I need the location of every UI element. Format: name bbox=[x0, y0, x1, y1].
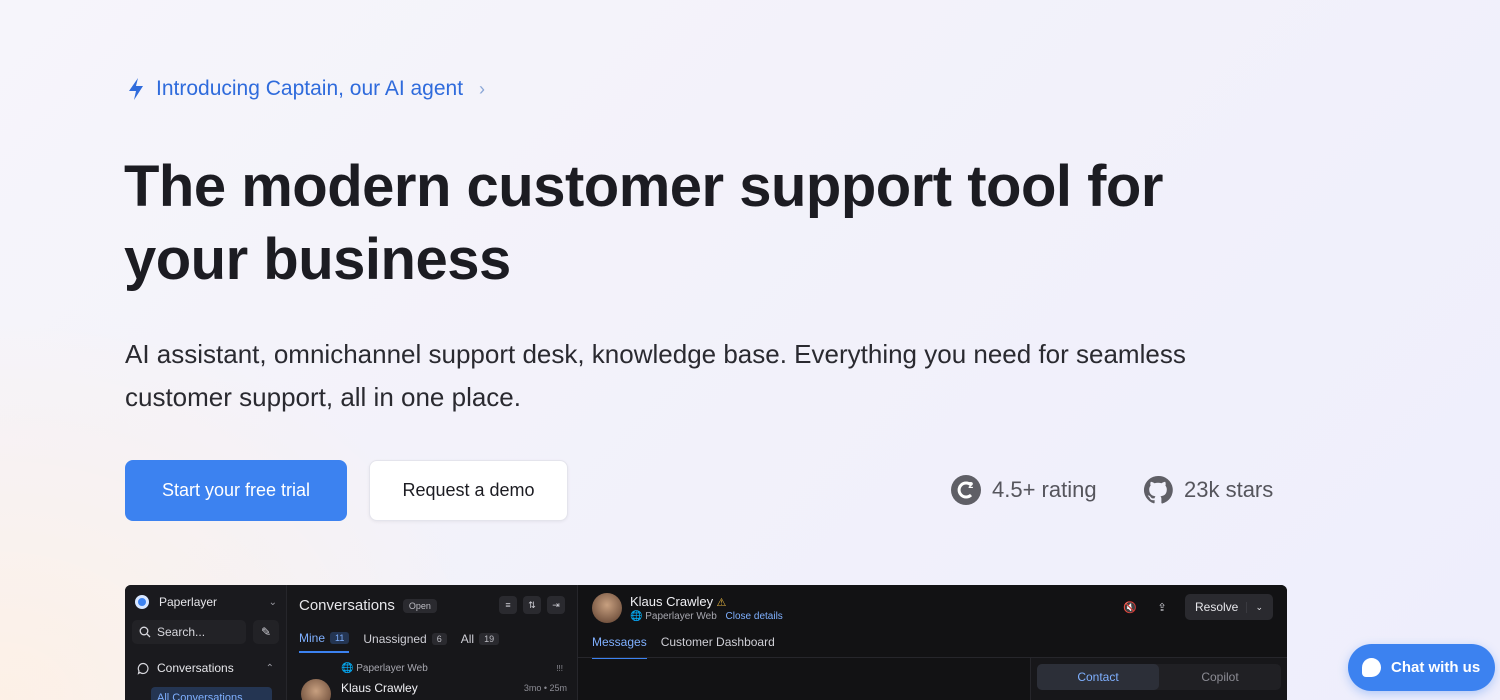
sidebar-item-conversations[interactable]: Conversations ⌃ bbox=[137, 661, 274, 675]
search-icon bbox=[139, 626, 151, 638]
workspace-switcher[interactable]: Paperlayer ⌄ bbox=[135, 595, 277, 609]
tab-count: 19 bbox=[479, 633, 500, 645]
github-icon bbox=[1143, 475, 1173, 504]
tab-all[interactable]: All 19 bbox=[460, 631, 500, 653]
announcement-link[interactable]: Introducing Captain, our AI agent › bbox=[126, 74, 485, 104]
tab-label: Mine bbox=[299, 631, 326, 645]
rating-label: 4.5+ rating bbox=[992, 477, 1097, 502]
sidebar-item-all-conversations[interactable]: All Conversations bbox=[151, 687, 272, 700]
tab-customer-dashboard[interactable]: Customer Dashboard bbox=[661, 635, 775, 659]
contact-name: Klaus Crawley bbox=[341, 681, 418, 695]
conversation-view: Klaus Crawley ⚠ 🌐 Paperlayer Web Close d… bbox=[577, 585, 1287, 700]
github-stars-label: 23k stars bbox=[1184, 477, 1274, 502]
tab-copilot[interactable]: Copilot bbox=[1159, 664, 1281, 690]
close-details-link[interactable]: Close details bbox=[726, 611, 783, 622]
warning-icon: ⚠ bbox=[716, 597, 727, 609]
details-panel: Contact Copilot bbox=[1030, 658, 1287, 700]
list-toolbar: ≡ ⇅ ⇥ bbox=[499, 596, 565, 614]
timestamp: 3mo • 25m bbox=[523, 683, 567, 693]
collapse-icon[interactable]: ⇥ bbox=[547, 596, 565, 614]
chat-bubble-icon bbox=[137, 662, 149, 675]
tab-contact[interactable]: Contact bbox=[1037, 664, 1159, 690]
conversation-list-title: Conversations bbox=[299, 597, 395, 614]
list-item[interactable]: 🌐 Paperlayer Web !!! Klaus Crawley 3mo •… bbox=[299, 661, 569, 700]
sidebar-search[interactable]: Search... bbox=[132, 620, 246, 644]
avatar bbox=[301, 679, 331, 700]
sidebar-item-label: Conversations bbox=[157, 661, 234, 675]
tab-label: Unassigned bbox=[363, 632, 427, 646]
share-icon[interactable]: ⇪ bbox=[1153, 598, 1171, 616]
announcement-text: Introducing Captain, our AI agent bbox=[156, 77, 464, 100]
status-filter-pill[interactable]: Open bbox=[402, 598, 437, 613]
pencil-icon: ✎ bbox=[260, 625, 272, 639]
workspace-name: Paperlayer bbox=[159, 595, 218, 609]
hero-subtitle: AI assistant, omnichannel support desk, … bbox=[125, 339, 1186, 412]
priority-indicator: !!! bbox=[556, 664, 563, 673]
panel-segmented-control: Contact Copilot bbox=[1037, 664, 1281, 690]
svg-text:2: 2 bbox=[968, 481, 974, 490]
chevron-down-icon: ⌄ bbox=[268, 596, 277, 608]
tab-unassigned[interactable]: Unassigned 6 bbox=[363, 631, 447, 653]
inbox-name: Paperlayer Web bbox=[645, 611, 717, 622]
inbox-label: 🌐 Paperlayer Web bbox=[341, 663, 428, 674]
tab-count: 11 bbox=[330, 632, 350, 644]
globe-icon: 🌐 bbox=[630, 611, 643, 622]
compose-button[interactable]: ✎ bbox=[253, 620, 279, 644]
app-sidebar: Paperlayer ⌄ Search... ✎ Conversations ⌃… bbox=[125, 585, 286, 700]
tab-messages[interactable]: Messages bbox=[592, 635, 647, 659]
conversation-tabs: Messages Customer Dashboard bbox=[592, 635, 775, 659]
conversation-actions: 🔇 ⇪ Resolve ⌄ bbox=[1121, 594, 1273, 620]
chevron-right-icon: › bbox=[479, 78, 486, 99]
start-free-trial-button[interactable]: Start your free trial bbox=[125, 460, 347, 521]
avatar bbox=[592, 593, 622, 623]
inbox-name: Paperlayer Web bbox=[356, 663, 428, 674]
workspace-logo-icon bbox=[135, 595, 149, 609]
rating-stat: 2 4.5+ rating bbox=[950, 472, 1097, 508]
chevron-up-icon: ⌃ bbox=[265, 662, 274, 674]
tab-label: All bbox=[460, 632, 475, 646]
lightning-bolt-icon bbox=[129, 78, 143, 100]
hero-title: The modern customer support tool for you… bbox=[124, 154, 1163, 292]
conversation-tabs: Mine 11 Unassigned 6 All 19 bbox=[299, 631, 500, 653]
mute-icon[interactable]: 🔇 bbox=[1121, 598, 1139, 616]
chevron-down-icon[interactable]: ⌄ bbox=[1246, 601, 1263, 613]
tab-count: 6 bbox=[431, 633, 447, 645]
conversation-list-header: Conversations Open bbox=[299, 597, 437, 614]
resolve-label: Resolve bbox=[1195, 600, 1239, 614]
tab-mine[interactable]: Mine 11 bbox=[299, 631, 350, 653]
sort-icon[interactable]: ⇅ bbox=[523, 596, 541, 614]
chat-widget-button[interactable]: Chat with us bbox=[1348, 644, 1495, 691]
chat-bubble-icon bbox=[1362, 658, 1381, 677]
resolve-button[interactable]: Resolve ⌄ bbox=[1185, 594, 1273, 620]
github-stat[interactable]: 23k stars bbox=[1142, 472, 1273, 508]
contact-name: Klaus Crawley bbox=[630, 594, 714, 609]
app-preview: Paperlayer ⌄ Search... ✎ Conversations ⌃… bbox=[125, 585, 1287, 700]
filter-icon[interactable]: ≡ bbox=[499, 596, 517, 614]
request-demo-button[interactable]: Request a demo bbox=[369, 460, 568, 521]
conversation-header: Klaus Crawley ⚠ 🌐 Paperlayer Web Close d… bbox=[592, 593, 783, 623]
search-placeholder: Search... bbox=[157, 625, 206, 639]
g2-icon: 2 bbox=[951, 475, 981, 505]
conversation-list: Conversations Open ≡ ⇅ ⇥ Mine 11 Unassig… bbox=[286, 585, 577, 700]
chat-widget-label: Chat with us bbox=[1391, 659, 1481, 676]
